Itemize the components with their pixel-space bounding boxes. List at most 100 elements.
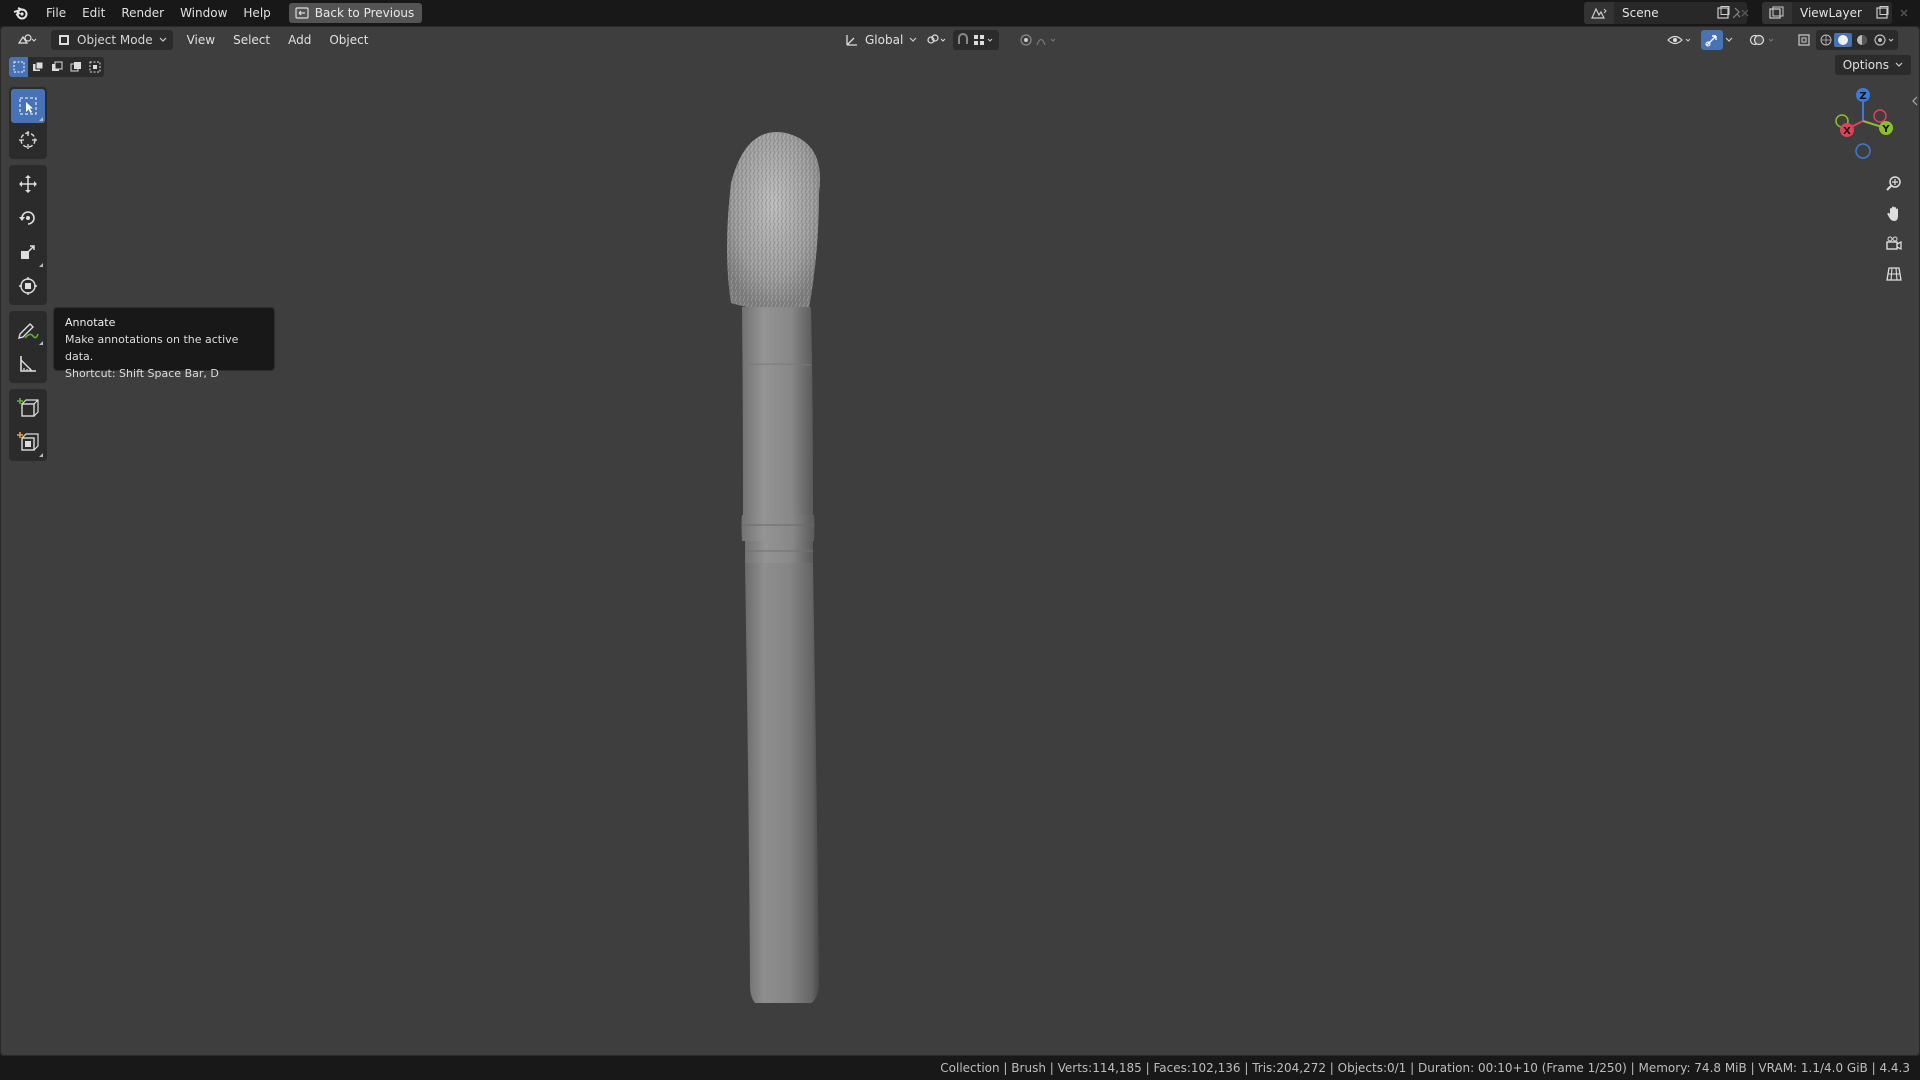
tool-group-add: [9, 389, 47, 461]
zoom-button[interactable]: [1881, 171, 1907, 197]
tooltip-title: Annotate: [65, 316, 116, 329]
measure-icon: [20, 356, 36, 372]
gizmo-dropdown[interactable]: [1723, 30, 1735, 50]
menu-select[interactable]: Select: [227, 30, 276, 50]
tool-options-corner: [39, 341, 43, 345]
rotate-icon: [19, 211, 35, 225]
menu-render[interactable]: Render: [113, 2, 172, 24]
orientation-label: Global: [865, 33, 904, 47]
visibility-dropdown[interactable]: [1661, 30, 1701, 50]
menu-file[interactable]: File: [38, 2, 74, 24]
select-invert-icon[interactable]: [66, 57, 85, 77]
xray-toggle[interactable]: [1791, 30, 1817, 50]
overlays-icon: [1749, 34, 1774, 46]
menu-add[interactable]: Add: [282, 30, 317, 50]
xray-icon: [1798, 34, 1810, 46]
select-intersect-icon[interactable]: [85, 57, 104, 77]
menu-edit[interactable]: Edit: [74, 2, 113, 24]
tool-options-corner: [39, 117, 43, 121]
tool-shelf: [9, 87, 47, 467]
back-to-previous-button[interactable]: Back to Previous: [288, 3, 423, 23]
tool-options-corner: [39, 453, 43, 457]
add-cube-icon: [17, 398, 39, 417]
mode-label: Object Mode: [77, 33, 153, 47]
viewport-shading-icon: [1820, 33, 1894, 47]
scene-name: Scene: [1622, 6, 1659, 20]
pivot-point-icon: [927, 34, 946, 44]
tooltip-shortcut: Shortcut: Shift Space Bar, D: [65, 367, 219, 380]
brush-model[interactable]: [701, 103, 901, 1003]
selection-mode-buttons: [9, 57, 104, 77]
chevron-down-icon: [909, 37, 917, 42]
3d-viewport[interactable]: Object Mode View Select Add Object Globa…: [0, 26, 1920, 1056]
editor-type-button[interactable]: [11, 30, 45, 50]
pivot-point-dropdown[interactable]: [919, 30, 955, 50]
navigation-gizmo[interactable]: Z X Y: [1823, 83, 1903, 173]
rotate-tool[interactable]: [11, 201, 45, 235]
scale-icon: [21, 245, 35, 259]
menu-view[interactable]: View: [181, 30, 221, 50]
select-extend-icon[interactable]: [28, 57, 47, 77]
chevron-down-icon: [159, 37, 167, 42]
gizmo-neg-x[interactable]: [1873, 109, 1887, 123]
camera-icon: [1886, 236, 1902, 251]
camera-view-button[interactable]: [1881, 231, 1907, 257]
eye-visibility-icon: [1667, 35, 1691, 45]
delete-scene-icon[interactable]: [1735, 2, 1755, 24]
transform-orientation-dropdown[interactable]: Global: [839, 30, 923, 50]
new-view-layer-icon[interactable]: [1872, 2, 1892, 24]
tool-group-select: [9, 87, 47, 159]
add-cube-tool[interactable]: [11, 391, 45, 425]
select-box-icon: [19, 97, 37, 115]
ortho-toggle-button[interactable]: [1881, 261, 1907, 287]
add-primitive-icon: [17, 432, 39, 451]
select-box-tool[interactable]: [11, 89, 45, 123]
pan-button[interactable]: [1881, 201, 1907, 227]
select-subtract-icon[interactable]: [47, 57, 66, 77]
grid-ortho-icon: [1886, 267, 1902, 281]
menu-object[interactable]: Object: [323, 30, 374, 50]
gizmo-neg-z[interactable]: [1855, 143, 1871, 159]
new-scene-icon[interactable]: [1713, 2, 1733, 24]
tool-group-annotate: [9, 311, 47, 383]
shading-modes[interactable]: [1816, 30, 1898, 50]
status-bar: Collection | Brush | Verts:114,185 | Fac…: [0, 1056, 1920, 1080]
move-tool[interactable]: [11, 167, 45, 201]
move-icon: [19, 175, 37, 193]
proportional-edit-icon: [1020, 34, 1056, 46]
select-new-icon[interactable]: [9, 57, 28, 77]
pan-hand-icon: [1887, 206, 1898, 221]
snap-icon: [958, 33, 993, 45]
blender-logo-icon[interactable]: [10, 2, 32, 24]
proportional-editing-toggle[interactable]: [1013, 30, 1069, 50]
annotate-icon: [18, 323, 39, 339]
scene-icon: [1584, 2, 1614, 24]
snap-toggle[interactable]: [953, 30, 999, 50]
chevron-down-icon: [1725, 37, 1733, 42]
annotate-tooltip: Annotate Make annotations on the active …: [53, 307, 275, 380]
menu-window[interactable]: Window: [172, 2, 235, 24]
gizmo-z-label: Z: [1859, 91, 1866, 102]
menu-help[interactable]: Help: [235, 2, 278, 24]
annotate-tool[interactable]: [11, 313, 45, 347]
orientation-global-icon: [846, 35, 857, 46]
back-icon: [295, 7, 309, 19]
measure-tool[interactable]: [11, 347, 45, 381]
delete-view-layer-icon[interactable]: [1894, 2, 1914, 24]
mode-dropdown[interactable]: Object Mode: [51, 30, 173, 50]
transform-icon: [19, 277, 37, 295]
gizmo-toggle[interactable]: [1701, 30, 1723, 50]
view-layer-icon: [1762, 2, 1792, 24]
object-mode-icon: [59, 35, 69, 45]
cursor-tool[interactable]: [11, 123, 45, 157]
tool-group-transform: [9, 165, 47, 305]
scale-tool[interactable]: [11, 235, 45, 269]
gizmo-y-label: Y: [1881, 124, 1890, 135]
add-primitive-tool[interactable]: [11, 425, 45, 459]
chevron-down-icon: [1895, 62, 1903, 67]
overlays-toggle[interactable]: [1743, 30, 1785, 50]
options-dropdown[interactable]: Options: [1834, 55, 1911, 75]
top-menu-bar: File Edit Render Window Help Back to Pre…: [0, 0, 1920, 26]
transform-tool[interactable]: [11, 269, 45, 303]
sidebar-toggle-icon[interactable]: [1911, 93, 1919, 107]
